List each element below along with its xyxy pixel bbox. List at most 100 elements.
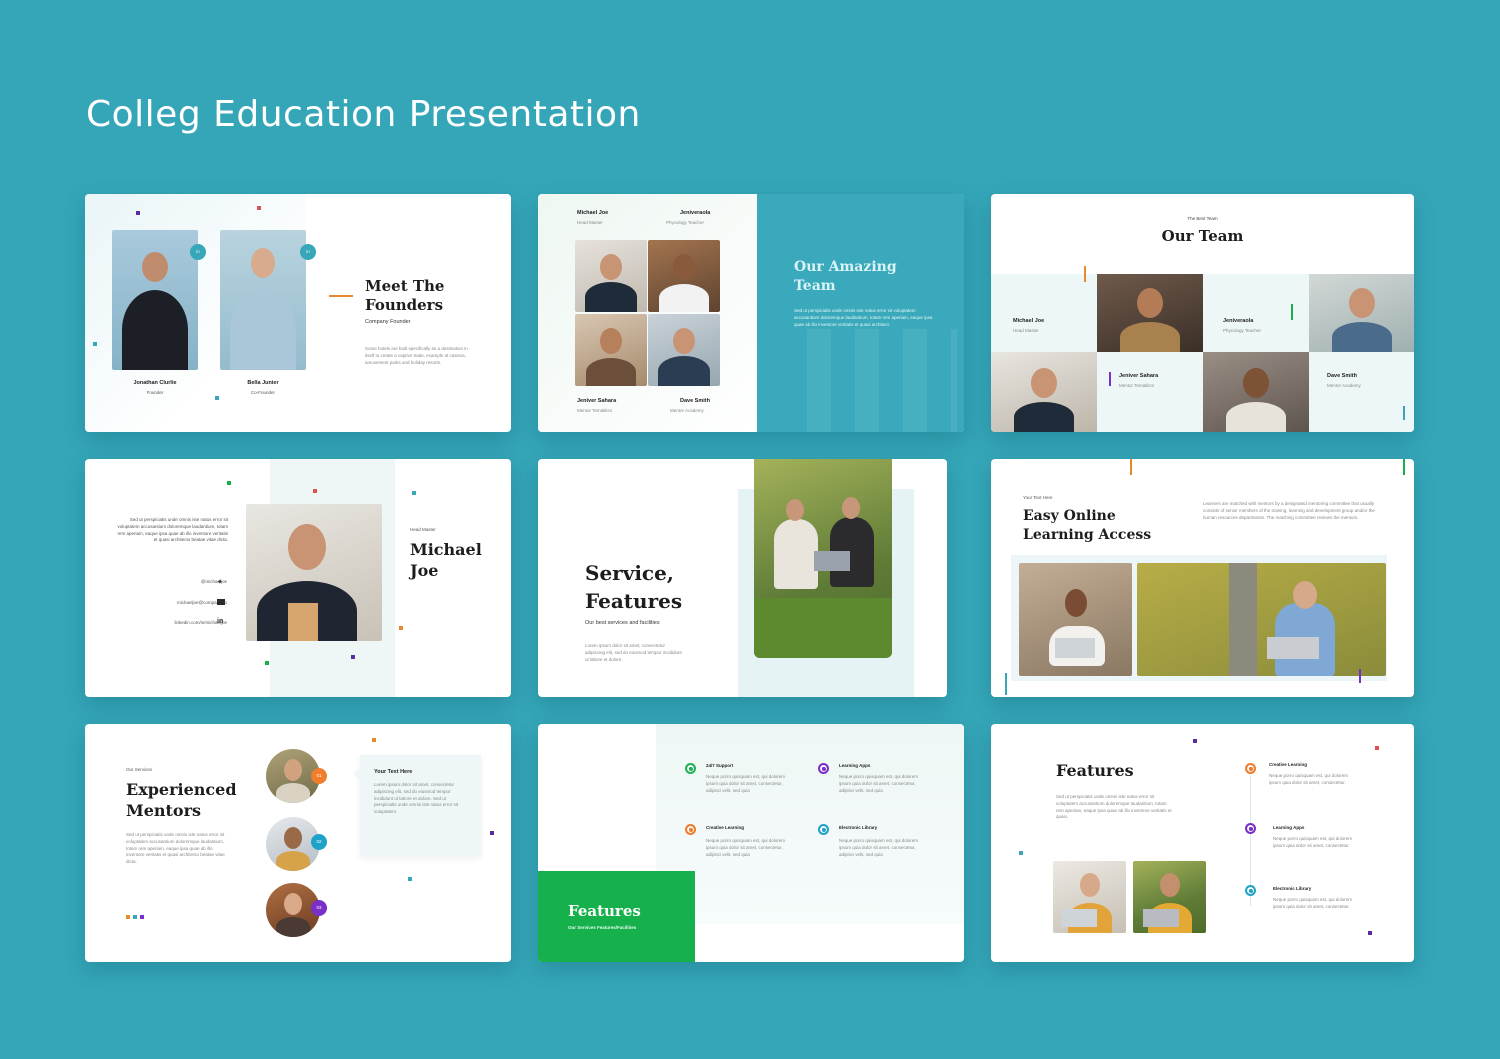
member-photo	[648, 314, 720, 386]
shirt-shape	[288, 603, 318, 641]
twitter-icon[interactable]: ✦	[217, 578, 223, 586]
student-photo	[1137, 563, 1386, 676]
decor-dot	[227, 481, 231, 485]
feature-body: Neque porro quisquam est, qui dolorem ip…	[706, 774, 786, 793]
title-line: Learning Access	[1023, 527, 1152, 543]
profile-name: Michael Joe	[410, 539, 482, 581]
laptop-shape	[814, 551, 850, 571]
slide-eyebrow: Your Text Here	[1023, 495, 1053, 500]
slide-title: Features	[1056, 761, 1134, 780]
member-photo	[1309, 274, 1414, 352]
card-pointer	[353, 768, 360, 780]
slide-body: Lorem ipsum dolor sit amet, consectetur …	[585, 643, 682, 662]
member-name: Jeniver Sahara	[1119, 373, 1159, 379]
decor-dot	[265, 661, 269, 665]
tile-bg	[1203, 274, 1309, 352]
library-icon	[1245, 885, 1256, 896]
slide-body: Sed ut perspiciatis unde omnis iste natu…	[1056, 794, 1172, 820]
slide-subtitle: Our best services and facilities	[585, 620, 660, 626]
feature-title: Learning Apps	[1273, 825, 1305, 830]
slide-features-grid[interactable]: 24/7 Support Neque porro quisquam est, q…	[538, 724, 964, 962]
head-shape	[786, 499, 804, 521]
member-name: Jeniveraola	[1223, 318, 1254, 324]
member-role: Head Master	[577, 220, 603, 225]
member-name: Michael Joe	[577, 210, 609, 216]
decor-dot	[372, 738, 376, 742]
slide-our-team[interactable]: The Best Team Our Team Michael Joe Head …	[991, 194, 1414, 432]
founder-role: Co-Founder	[250, 390, 275, 395]
laptop-shape	[1061, 909, 1097, 927]
tile-bg	[991, 274, 1097, 352]
decor-dot	[257, 206, 261, 210]
contact-twitter[interactable]: @michaeljoe	[135, 579, 227, 584]
linkedin-badge-icon[interactable]: in	[300, 244, 316, 260]
title-line: Team	[794, 278, 836, 294]
name-line: Michael	[410, 540, 482, 559]
feature-body: Neque porro quisquam est, qui dolorem ip…	[1269, 773, 1349, 785]
slide-body: Learners are matched with mentors by a d…	[1203, 501, 1375, 520]
member-photo	[575, 240, 647, 312]
linkedin-badge-icon[interactable]: in	[190, 244, 206, 260]
decor-dot	[93, 342, 97, 346]
member-photo	[648, 240, 720, 312]
slide-body: Some hotels are built specifically as a …	[365, 346, 468, 365]
accent-bar	[1291, 304, 1293, 320]
decor-dot	[215, 396, 219, 400]
contact-email[interactable]: michaeljoe@company.co	[115, 600, 227, 605]
member-role: Mentor Tematikcs	[577, 408, 613, 413]
slide-title: Our Amazing Team	[794, 258, 897, 296]
support-icon	[685, 763, 696, 774]
feature-photo	[1133, 861, 1206, 933]
linkedin-icon[interactable]: in	[217, 618, 223, 625]
accent-bar	[1109, 372, 1111, 386]
slide-title: Easy Online Learning Access	[1023, 507, 1151, 545]
slide-title: Meet The Founders	[365, 277, 444, 315]
member-role: Phycology Teacher	[1223, 328, 1261, 333]
slide-service-features[interactable]: Service, Features Our best services and …	[538, 459, 947, 697]
slide-mentors[interactable]: Our Services Experienced Mentors Sed ut …	[85, 724, 511, 962]
accent-bar	[1084, 266, 1086, 282]
decor-dot	[313, 489, 317, 493]
title-line: Our Amazing	[794, 259, 897, 275]
card-body: Lorem ipsum dolor sit amet, consectetur …	[374, 782, 459, 814]
head-shape	[1065, 589, 1087, 617]
decor-dot	[490, 831, 494, 835]
slide-online-learning[interactable]: Your Text Here Easy Online Learning Acce…	[991, 459, 1414, 697]
accent-bar	[1403, 459, 1405, 475]
slide-title: Service, Features	[585, 559, 682, 615]
decor-dot	[412, 491, 416, 495]
feature-body: Neque porro quisquam est, qui dolorem ip…	[706, 838, 786, 857]
slide-meet-founders[interactable]: in in Jonathan Clurlie Founder Bella Jun…	[85, 194, 511, 432]
feature-body: Neque porro quisquam est, qui dolorem ip…	[1273, 836, 1353, 848]
laptop-shape	[1267, 637, 1319, 659]
page-title: Colleg Education Presentation	[86, 94, 641, 135]
slide-features-list[interactable]: Features Sed ut perspiciatis unde omnis …	[991, 724, 1414, 962]
founder-name: Bella Junier	[247, 380, 279, 386]
slide-body: Sed ut perspiciatis unde omnis iste natu…	[794, 308, 933, 327]
pager-dot[interactable]	[126, 915, 130, 919]
mail-icon[interactable]	[217, 599, 225, 605]
member-role: Mentor Academy	[1327, 383, 1361, 388]
profile-eyebrow: Head Master	[410, 527, 436, 532]
slide-amazing-team[interactable]: Michael Joe Head Master Jeniveraola Phyc…	[538, 194, 964, 432]
member-name: Dave Smith	[1327, 373, 1357, 379]
name-line: Joe	[410, 561, 439, 580]
laptop-shape	[1143, 909, 1179, 927]
feature-body: Neque porro quisquam est, qui dolorem ip…	[839, 838, 919, 857]
slide-subtitle: Our Services Features/Facilities	[568, 925, 637, 930]
pager-dot[interactable]	[133, 915, 137, 919]
title-line: Founders	[365, 296, 444, 314]
student-shape	[774, 519, 818, 589]
slide-bg-tint	[656, 724, 964, 924]
pager-dot[interactable]	[140, 915, 144, 919]
member-name: Jeniver Sahara	[577, 398, 617, 404]
contact-linkedin[interactable]: linkedin.com/in/michaeljoe	[105, 620, 227, 625]
head-shape	[1293, 581, 1317, 609]
head-shape	[842, 497, 860, 519]
feature-body: Neque porro quisquam est, qui dolorem ip…	[839, 774, 919, 793]
accent-bar	[1359, 669, 1361, 683]
slide-profile[interactable]: Sed ut perspiciatis unde omnis iste natu…	[85, 459, 511, 697]
creative-icon	[1245, 763, 1256, 774]
member-photo	[1203, 352, 1309, 432]
member-photo	[1097, 274, 1203, 352]
